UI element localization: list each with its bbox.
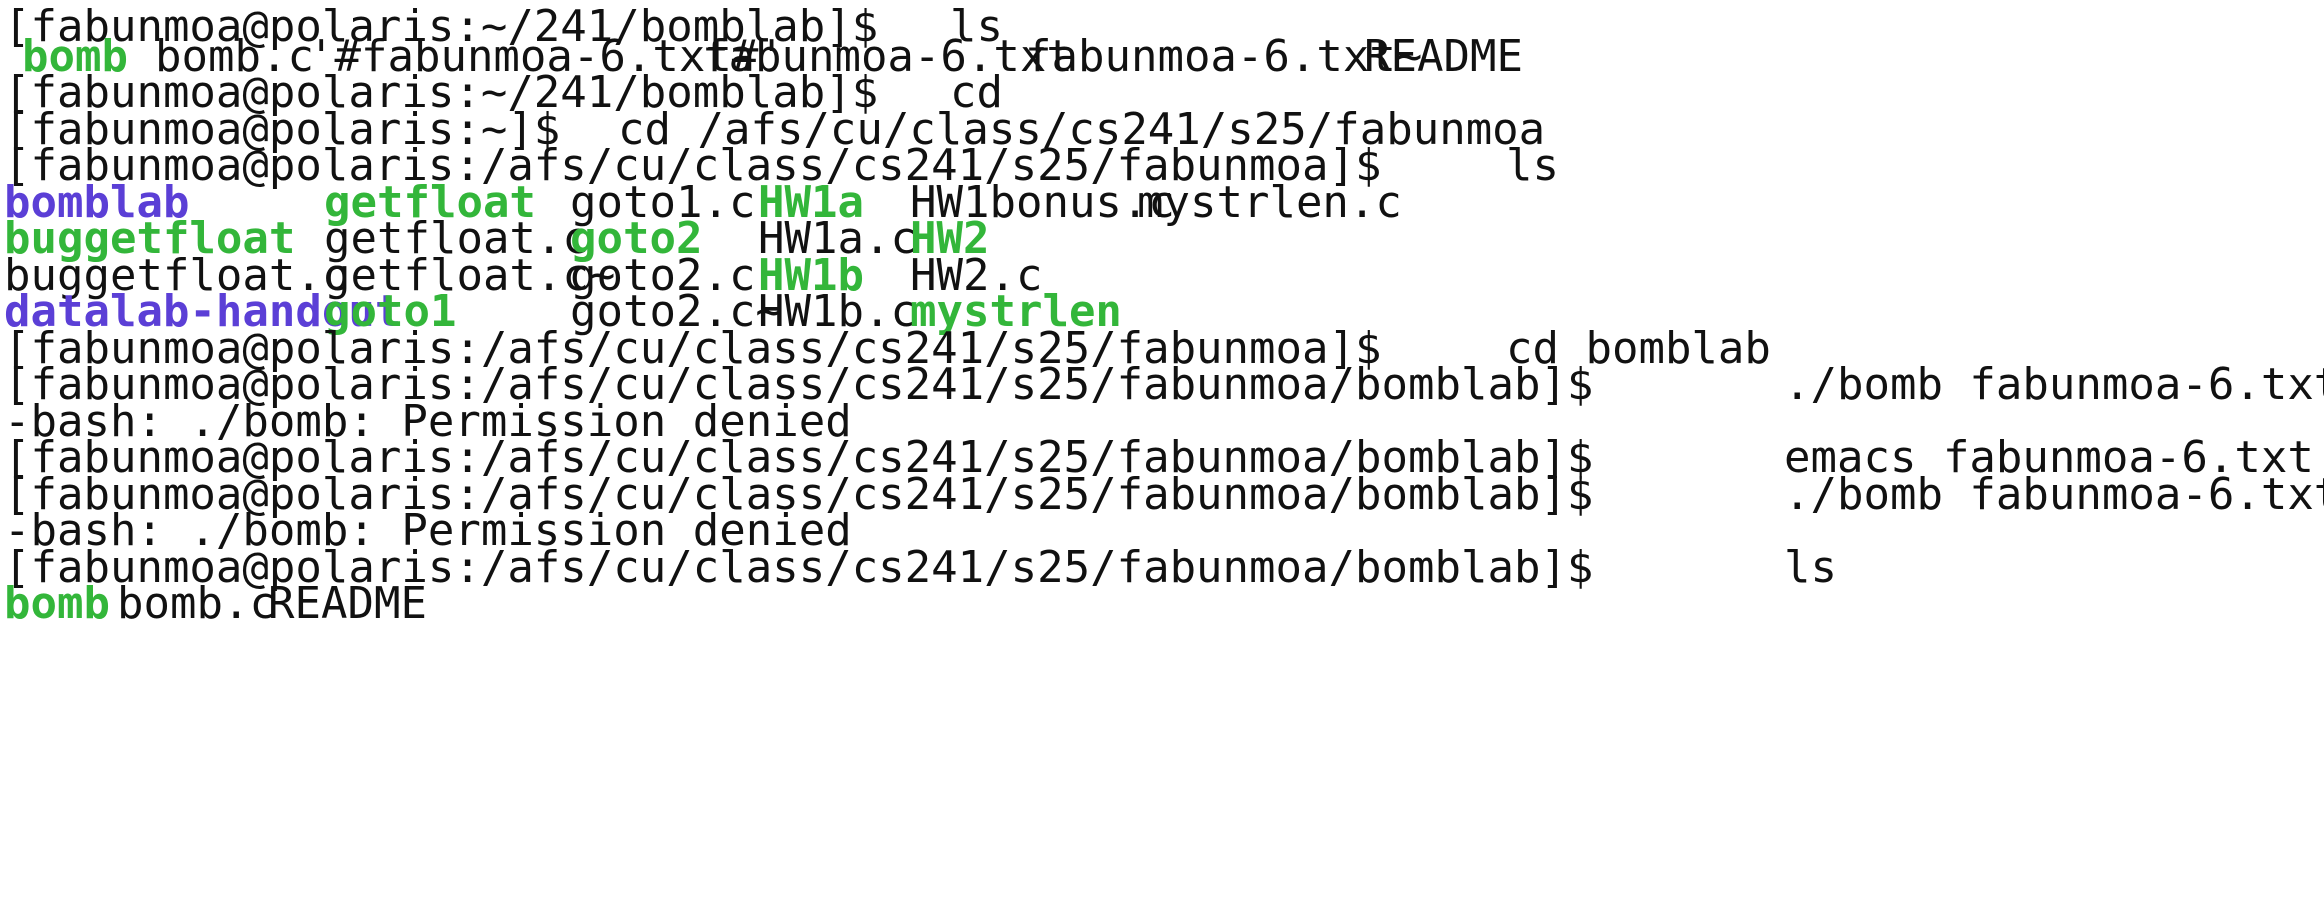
file-entry: README [1364, 31, 1523, 82]
file-entry: bomb.c [117, 578, 276, 629]
command-text: ./bomb fabunmoa-6.txt [1784, 359, 2324, 410]
command-text: ./bomb fabunmoa-6.txt [1784, 469, 2324, 520]
listing-line: bomb bomb.c README [0, 577, 427, 631]
file-entry: README [268, 578, 427, 629]
command-text: ls [1784, 542, 1837, 593]
file-entry-executable: bomb [4, 578, 110, 629]
command-text: ls [1506, 140, 1559, 191]
file-entry: fabunmoa-6.txt~ [1025, 31, 1423, 82]
file-entry: mystrlen.c [1137, 177, 1402, 228]
terminal-window[interactable]: [fabunmoa@polaris:~/241/bomblab]$ ls bom… [0, 0, 2324, 920]
